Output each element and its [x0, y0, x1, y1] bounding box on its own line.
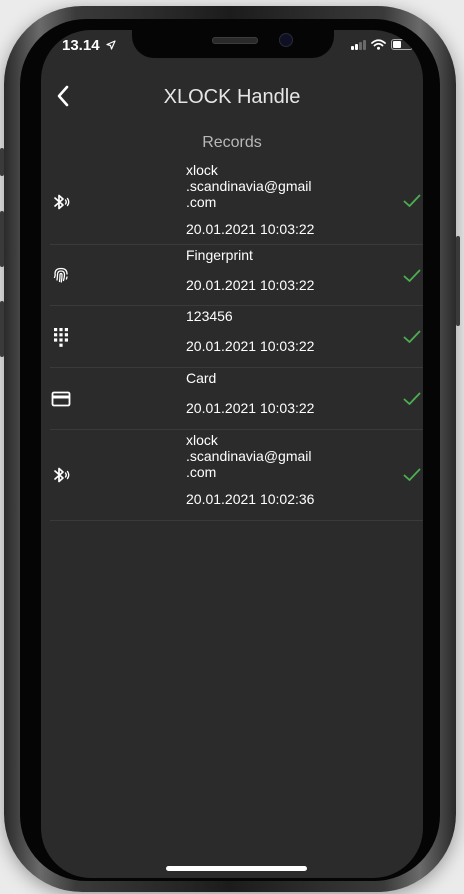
cellular-signal-icon — [351, 39, 366, 50]
phone-volume-up-button — [0, 211, 4, 267]
record-row[interactable]: Card 20.01.2021 10:03:22 — [50, 368, 423, 430]
front-camera — [279, 33, 293, 47]
record-text: xlock .scandinavia@gmail .com 20.01.2021… — [186, 430, 423, 507]
record-name: 123456 — [186, 308, 233, 324]
record-text: Fingerprint 20.01.2021 10:03:22 — [186, 245, 423, 293]
fingerprint-icon — [50, 264, 72, 286]
page-title: XLOCK Handle — [163, 86, 301, 108]
record-time: 20.01.2021 10:03:22 — [186, 338, 315, 354]
check-icon — [403, 269, 421, 282]
status-time-text: 13.14 — [62, 37, 100, 54]
check-icon — [403, 194, 421, 207]
speaker-grille — [212, 37, 258, 44]
app-screen: 13.14 XLOCK Handle Records xlock .scandi… — [41, 30, 423, 878]
status-bar-icons — [351, 39, 415, 50]
record-row[interactable]: xlock .scandinavia@gmail .com 20.01.2021… — [50, 160, 423, 245]
record-time: 20.01.2021 10:03:22 — [186, 221, 315, 237]
record-text: 123456 20.01.2021 10:03:22 — [186, 306, 423, 354]
record-name: xlock .scandinavia@gmail .com — [186, 432, 312, 480]
card-icon — [50, 388, 72, 410]
notch — [132, 30, 334, 58]
bluetooth-icon — [50, 191, 72, 213]
record-name: Fingerprint — [186, 247, 253, 263]
record-time: 20.01.2021 10:02:36 — [186, 491, 315, 507]
check-icon — [403, 330, 421, 343]
phone-volume-down-button — [0, 301, 4, 357]
section-title: Records — [202, 134, 262, 151]
record-row[interactable]: Fingerprint 20.01.2021 10:03:22 — [50, 245, 423, 306]
records-list: xlock .scandinavia@gmail .com 20.01.2021… — [50, 160, 423, 521]
battery-icon — [391, 39, 415, 50]
wifi-icon — [371, 39, 386, 50]
record-text: xlock .scandinavia@gmail .com 20.01.2021… — [186, 160, 423, 237]
phone-silent-switch — [0, 148, 4, 176]
check-icon — [403, 392, 421, 405]
phone-power-button — [456, 236, 460, 326]
bluetooth-icon — [50, 464, 72, 486]
check-icon — [403, 468, 421, 481]
record-row[interactable]: xlock .scandinavia@gmail .com 20.01.2021… — [50, 430, 423, 521]
location-arrow-icon — [106, 40, 116, 50]
record-text: Card 20.01.2021 10:03:22 — [186, 368, 423, 416]
record-time: 20.01.2021 10:03:22 — [186, 277, 315, 293]
home-indicator[interactable] — [166, 866, 307, 871]
record-name: xlock .scandinavia@gmail .com — [186, 162, 312, 210]
status-bar-time: 13.14 — [62, 37, 116, 54]
record-time: 20.01.2021 10:03:22 — [186, 400, 315, 416]
record-name: Card — [186, 370, 217, 386]
record-row[interactable]: 123456 20.01.2021 10:03:22 — [50, 306, 423, 368]
keypad-icon — [50, 326, 72, 348]
